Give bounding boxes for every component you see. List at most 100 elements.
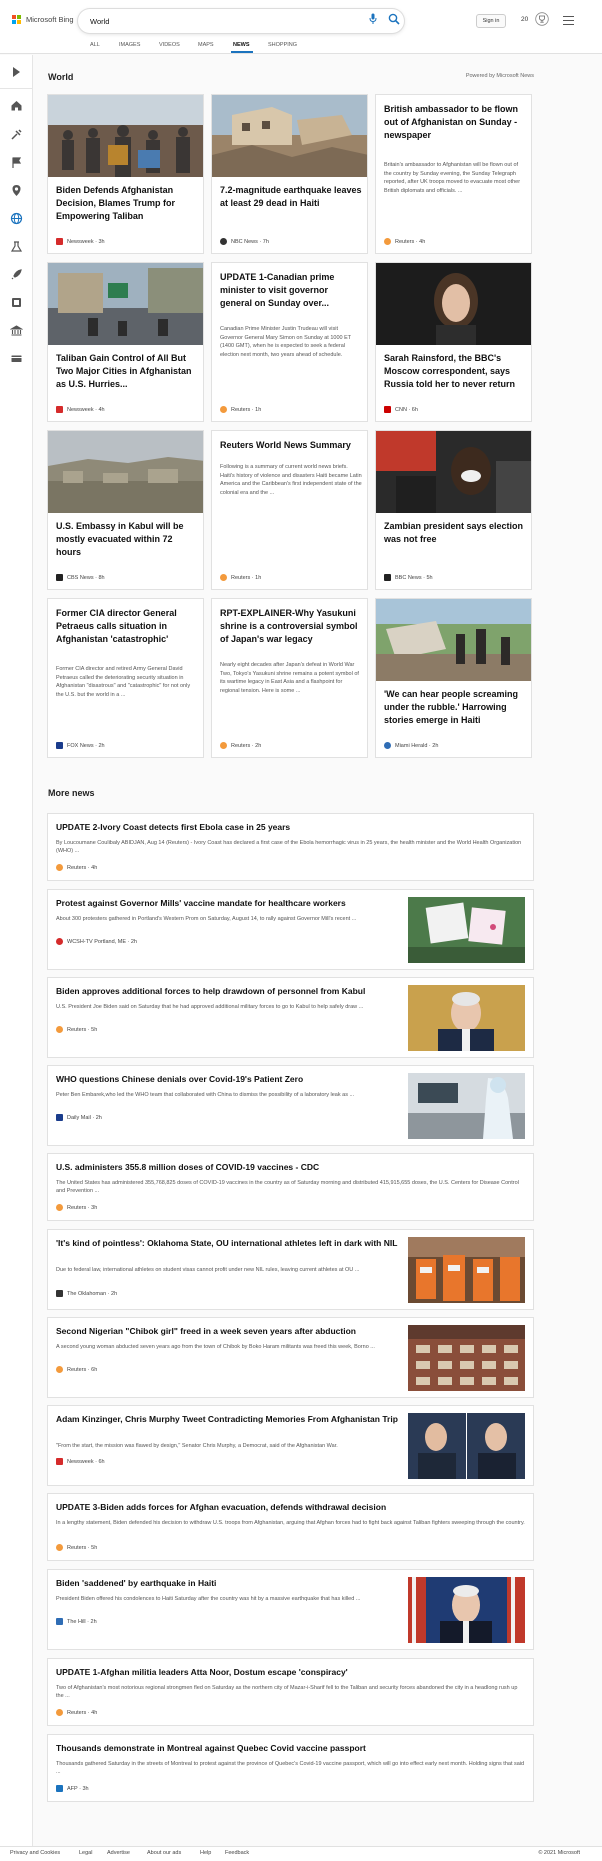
money-icon[interactable] xyxy=(10,352,23,365)
rewards-trophy-icon[interactable] xyxy=(535,12,549,26)
flag-icon[interactable] xyxy=(10,156,23,169)
source-label: Reuters · 1h xyxy=(231,574,262,581)
news-card[interactable]: 7.2-magnitude earthquake leaves at least… xyxy=(211,94,368,254)
card-title[interactable]: Zambian president says election was not … xyxy=(384,520,526,546)
news-card[interactable]: British ambassador to be flown out of Af… xyxy=(375,94,532,254)
more-news-item[interactable]: Biden 'saddened' by earthquake in Haiti … xyxy=(47,1569,534,1650)
card-source: Reuters · 4h xyxy=(384,238,425,245)
bing-logo[interactable]: Microsoft Bing xyxy=(12,15,74,24)
item-title[interactable]: Protest against Governor Mills' vaccine … xyxy=(56,898,401,909)
sign-in-button[interactable]: Sign in xyxy=(476,14,506,28)
item-title[interactable]: 'It's kind of pointless': Oklahoma State… xyxy=(56,1238,401,1249)
card-title[interactable]: Sarah Rainsford, the BBC's Moscow corres… xyxy=(384,352,526,391)
tab-maps[interactable]: MAPS xyxy=(198,42,214,48)
more-news-item[interactable]: Protest against Governor Mills' vaccine … xyxy=(47,889,534,970)
globe-icon[interactable] xyxy=(10,212,23,225)
source-label: CNN · 6h xyxy=(395,406,418,413)
item-title[interactable]: WHO questions Chinese denials over Covid… xyxy=(56,1074,401,1085)
card-title[interactable]: Reuters World News Summary xyxy=(220,439,362,452)
powered-by[interactable]: Powered by Microsoft News xyxy=(466,73,534,79)
sidebar-expand[interactable] xyxy=(0,55,33,89)
news-image xyxy=(376,431,531,513)
tab-news[interactable]: NEWS xyxy=(233,42,250,48)
news-card[interactable]: Former CIA director General Petraeus cal… xyxy=(47,598,204,758)
bbc-logo-icon xyxy=(384,574,391,581)
source-label: The Hill · 2h xyxy=(67,1618,97,1625)
footer-link-help[interactable]: Help xyxy=(200,1850,211,1856)
footer-link-about-ads[interactable]: About our ads xyxy=(147,1850,181,1856)
search-icon[interactable] xyxy=(388,13,400,25)
more-news-item[interactable]: 'It's kind of pointless': Oklahoma State… xyxy=(47,1229,534,1310)
more-news-item[interactable]: UPDATE 2-Ivory Coast detects first Ebola… xyxy=(47,813,534,881)
card-title[interactable]: RPT-EXPLAINER-Why Yasukuni shrine is a c… xyxy=(220,607,362,646)
item-title[interactable]: Biden 'saddened' by earthquake in Haiti xyxy=(56,1578,401,1589)
search-input[interactable] xyxy=(90,14,340,28)
item-description: In a lengthy statement, Biden defended h… xyxy=(56,1520,525,1526)
news-card[interactable]: Biden Defends Afghanistan Decision, Blam… xyxy=(47,94,204,254)
rocket-icon[interactable] xyxy=(10,268,23,281)
footer-link-privacy[interactable]: Privacy and Cookies xyxy=(10,1850,60,1856)
more-news-item[interactable]: UPDATE 1-Afghan militia leaders Atta Noo… xyxy=(47,1658,534,1726)
more-news-item[interactable]: Biden approves additional forces to help… xyxy=(47,977,534,1058)
news-card[interactable]: RPT-EXPLAINER-Why Yasukuni shrine is a c… xyxy=(211,598,368,758)
more-news-item[interactable]: WHO questions Chinese denials over Covid… xyxy=(47,1065,534,1146)
source-label: Newsweek · 6h xyxy=(67,1458,105,1465)
more-news-item[interactable]: U.S. administers 355.8 million doses of … xyxy=(47,1153,534,1221)
news-card[interactable]: U.S. Embassy in Kabul will be mostly eva… xyxy=(47,430,204,590)
rewards-count[interactable]: 20 xyxy=(521,16,528,23)
science-icon[interactable] xyxy=(10,240,23,253)
more-news-item[interactable]: Thousands demonstrate in Montreal agains… xyxy=(47,1734,534,1802)
card-title[interactable]: 'We can hear people screaming under the … xyxy=(384,688,526,727)
news-thumbnail xyxy=(408,1413,525,1479)
home-icon[interactable] xyxy=(10,99,23,112)
item-title[interactable]: Second Nigerian "Chibok girl" freed in a… xyxy=(56,1326,401,1337)
item-title[interactable]: UPDATE 3-Biden adds forces for Afghan ev… xyxy=(56,1502,526,1513)
news-thumbnail xyxy=(408,897,525,963)
item-source: Reuters · 4h xyxy=(56,864,97,871)
left-sidebar xyxy=(0,55,33,1848)
politics-icon[interactable] xyxy=(10,324,23,337)
tab-videos[interactable]: VIDEOS xyxy=(159,42,180,48)
news-card[interactable]: Sarah Rainsford, the BBC's Moscow corres… xyxy=(375,262,532,422)
news-card[interactable]: 'We can hear people screaming under the … xyxy=(375,598,532,758)
card-title[interactable]: UPDATE 1-Canadian prime minister to visi… xyxy=(220,271,362,310)
item-title[interactable]: UPDATE 1-Afghan militia leaders Atta Noo… xyxy=(56,1667,526,1678)
item-source: AFP · 3h xyxy=(56,1785,89,1792)
card-title[interactable]: Taliban Gain Control of All But Two Majo… xyxy=(56,352,198,391)
footer-link-advertise[interactable]: Advertise xyxy=(107,1850,130,1856)
tab-shopping[interactable]: SHOPPING xyxy=(268,42,297,48)
card-source: Newsweek · 3h xyxy=(56,238,105,245)
news-card[interactable]: Reuters World News Summary Following is … xyxy=(211,430,368,590)
footer-link-legal[interactable]: Legal xyxy=(79,1850,92,1856)
card-title[interactable]: U.S. Embassy in Kabul will be mostly eva… xyxy=(56,520,198,559)
footer-link-feedback[interactable]: Feedback xyxy=(225,1850,249,1856)
tools-icon[interactable] xyxy=(10,128,23,141)
expand-arrow-icon[interactable] xyxy=(12,67,21,77)
news-card[interactable]: UPDATE 1-Canadian prime minister to visi… xyxy=(211,262,368,422)
card-title[interactable]: 7.2-magnitude earthquake leaves at least… xyxy=(220,184,362,210)
more-news-item[interactable]: Second Nigerian "Chibok girl" freed in a… xyxy=(47,1317,534,1398)
location-pin-icon[interactable] xyxy=(10,184,23,197)
news-card[interactable]: Zambian president says election was not … xyxy=(375,430,532,590)
newsweek-logo-icon xyxy=(56,406,63,413)
card-title[interactable]: Former CIA director General Petraeus cal… xyxy=(56,607,198,646)
more-news-item[interactable]: Adam Kinzinger, Chris Murphy Tweet Contr… xyxy=(47,1405,534,1486)
card-source: Reuters · 2h xyxy=(220,742,261,749)
news-card[interactable]: Taliban Gain Control of All But Two Majo… xyxy=(47,262,204,422)
item-title[interactable]: UPDATE 2-Ivory Coast detects first Ebola… xyxy=(56,822,526,833)
source-label: Newsweek · 4h xyxy=(67,406,105,413)
more-news-item[interactable]: UPDATE 3-Biden adds forces for Afghan ev… xyxy=(47,1493,534,1561)
item-title[interactable]: Adam Kinzinger, Chris Murphy Tweet Contr… xyxy=(56,1414,401,1425)
menu-icon[interactable] xyxy=(563,16,574,25)
item-title[interactable]: U.S. administers 355.8 million doses of … xyxy=(56,1162,526,1173)
item-source: Reuters · 3h xyxy=(56,1204,97,1211)
tab-all[interactable]: ALL xyxy=(90,42,100,48)
card-title[interactable]: British ambassador to be flown out of Af… xyxy=(384,103,526,142)
item-title[interactable]: Biden approves additional forces to help… xyxy=(56,986,401,997)
tab-images[interactable]: IMAGES xyxy=(119,42,140,48)
item-title[interactable]: Thousands demonstrate in Montreal agains… xyxy=(56,1743,526,1754)
microphone-icon[interactable] xyxy=(369,13,377,25)
entertainment-icon[interactable] xyxy=(10,296,23,309)
card-title[interactable]: Biden Defends Afghanistan Decision, Blam… xyxy=(56,184,198,223)
source-label: AFP · 3h xyxy=(67,1785,89,1792)
